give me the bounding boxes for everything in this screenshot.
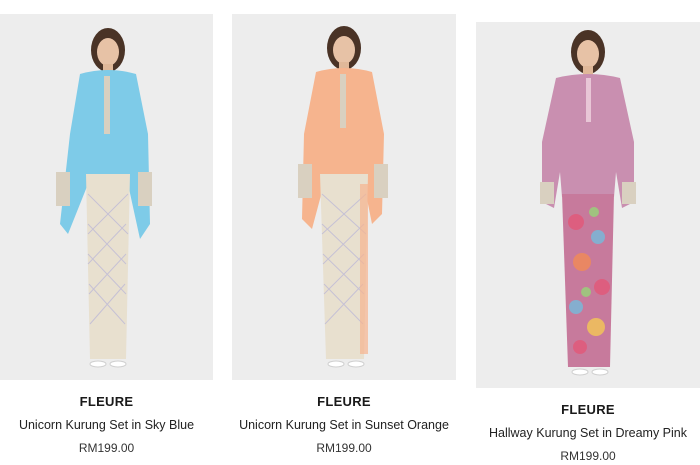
product-price: RM199.00 — [78, 441, 135, 455]
product-brand: FLEURE — [79, 394, 134, 409]
product-price: RM199.00 — [316, 441, 372, 455]
product-name[interactable]: Unicorn Kurung Set in Sunset Orange — [232, 418, 456, 432]
product-image[interactable] — [476, 22, 700, 388]
product-card[interactable]: FLEURE Hallway Kurung Set in Dreamy Pink… — [476, 22, 700, 463]
product-image[interactable] — [232, 14, 456, 380]
model-figure-dreamy-pink — [476, 22, 700, 388]
product-image[interactable] — [0, 14, 213, 380]
product-card[interactable]: FLEURE Unicorn Kurung Set in Sunset Oran… — [232, 14, 456, 455]
model-figure-sky-blue — [0, 14, 213, 380]
product-name[interactable]: Hallway Kurung Set in Dreamy Pink — [476, 426, 700, 440]
product-price: RM199.00 — [560, 449, 616, 463]
product-brand: FLEURE — [561, 402, 615, 417]
product-card[interactable]: FLEURE Unicorn Kurung Set in Sky Blue RM… — [0, 14, 213, 455]
product-name[interactable]: Unicorn Kurung Set in Sky Blue — [0, 418, 213, 432]
product-brand: FLEURE — [317, 394, 371, 409]
model-figure-sunset-orange — [232, 14, 456, 380]
